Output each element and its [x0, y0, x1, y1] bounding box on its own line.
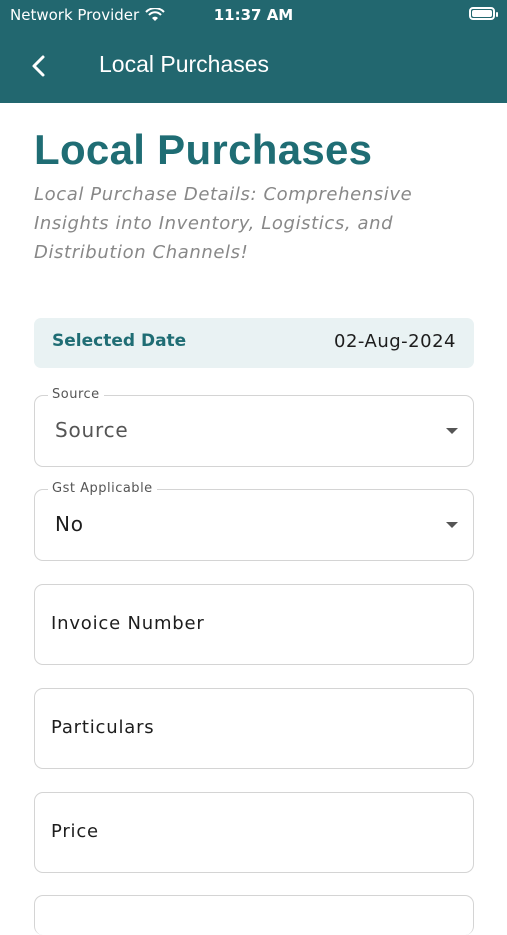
next-field[interactable] [34, 895, 474, 935]
nav-title: Local Purchases [99, 51, 270, 77]
status-bar: Network Provider 11:37 AM [0, 0, 507, 32]
gst-applicable-label: Gst Applicable [48, 481, 157, 496]
price-placeholder: Price [51, 821, 99, 842]
selected-date-value: 02-Aug-2024 [334, 331, 456, 352]
source-value: Source [55, 418, 129, 442]
particulars-field[interactable]: Particulars [34, 688, 474, 769]
navigation-bar: Local Purchases [0, 40, 507, 95]
app-header: Network Provider 11:37 AM Local Purchase… [0, 0, 507, 103]
clock: 11:37 AM [213, 6, 294, 24]
battery-icon [469, 7, 498, 20]
invoice-number-field[interactable]: Invoice Number [34, 584, 474, 665]
page-title: Local Purchases [34, 126, 373, 173]
particulars-placeholder: Particulars [51, 717, 155, 738]
price-field[interactable]: Price [34, 792, 474, 873]
gst-applicable-dropdown[interactable]: Gst Applicable No [34, 481, 474, 561]
source-label: Source [48, 387, 104, 402]
chevron-down-icon [446, 428, 458, 434]
invoice-number-placeholder: Invoice Number [51, 613, 205, 634]
page-subtitle: Local Purchase Details: Comprehensive In… [34, 184, 413, 263]
source-dropdown[interactable]: Source Source [34, 387, 474, 467]
selected-date-label: Selected Date [52, 331, 187, 351]
back-arrow-icon[interactable] [25, 52, 53, 80]
selected-date-row[interactable]: Selected Date 02-Aug-2024 [34, 318, 474, 368]
chevron-down-icon [446, 522, 458, 528]
gst-applicable-value: No [55, 512, 84, 536]
